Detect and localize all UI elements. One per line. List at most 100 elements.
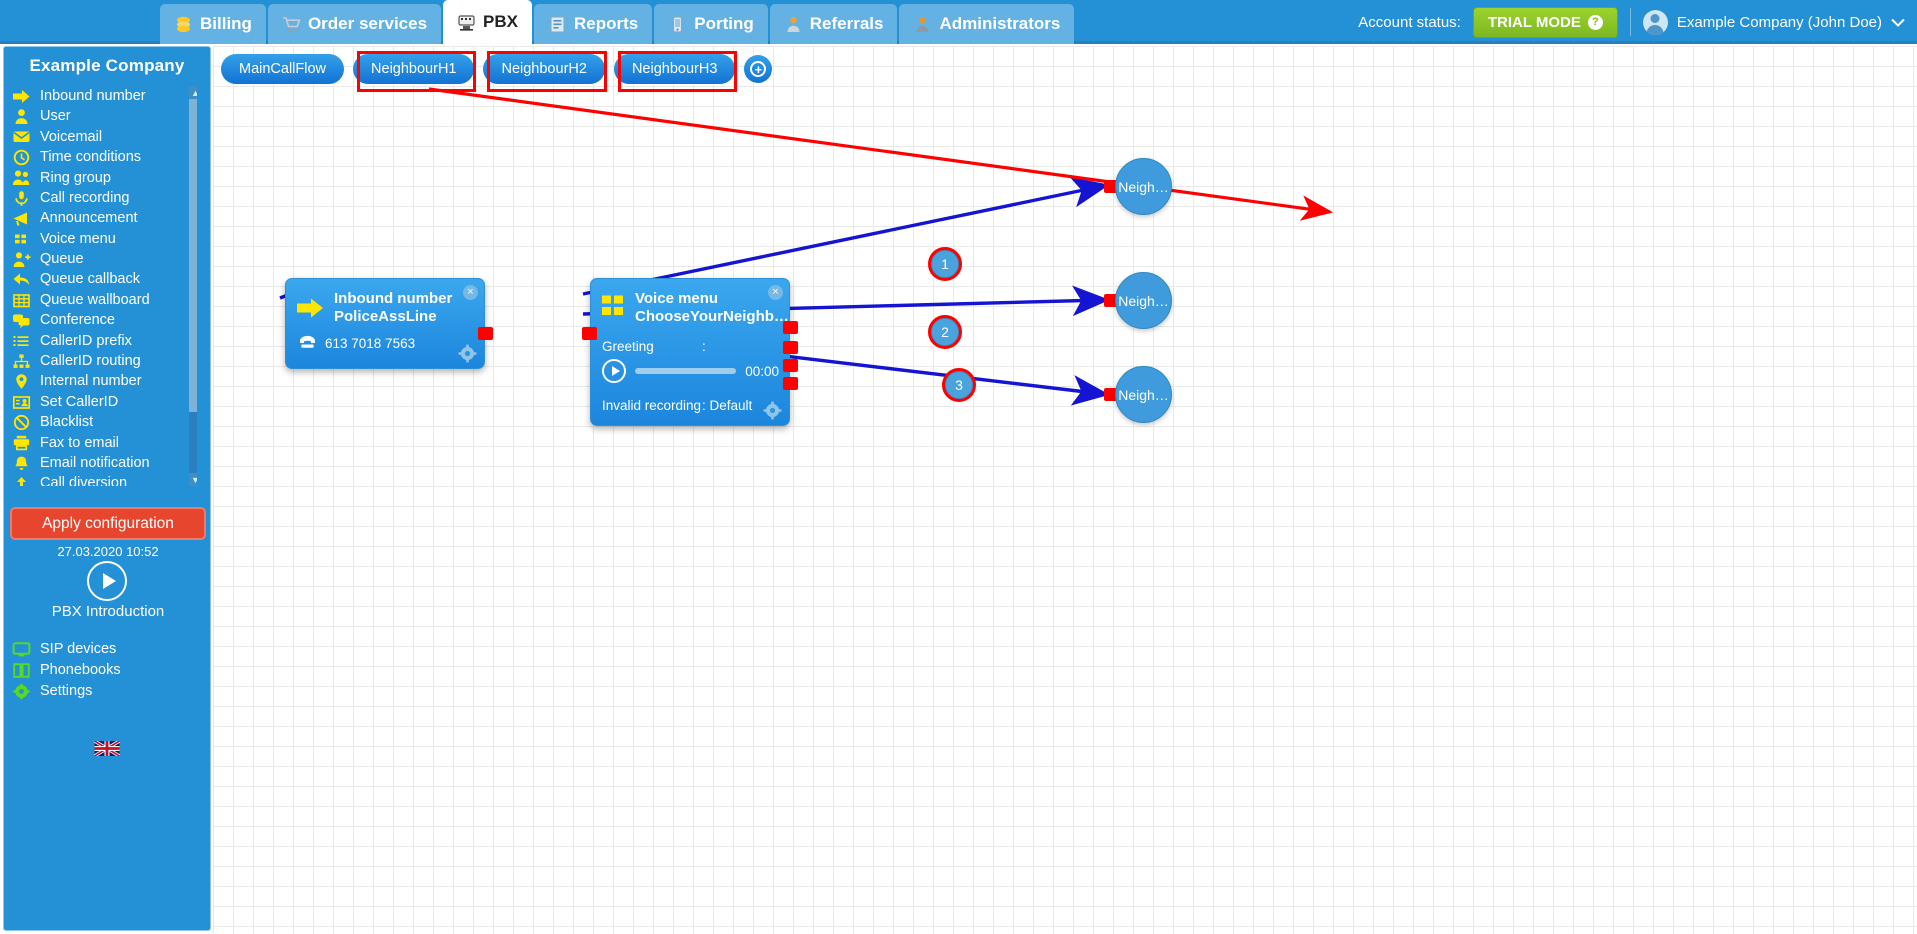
sidebar-item-label: Settings	[40, 683, 93, 700]
end-node-label: Neigh…	[1118, 386, 1169, 403]
nav-tab-label: Referrals	[809, 14, 884, 33]
pbx-introduction-label: PBX Introduction	[51, 603, 165, 620]
flow-tab-maincallflow[interactable]: MainCallFlow	[221, 54, 345, 84]
nav-tab-reports[interactable]: Reports	[534, 4, 653, 44]
branch-badge-3[interactable]: 3	[945, 371, 973, 399]
sidebar-item-inbound-number[interactable]: Inbound number	[12, 86, 197, 106]
add-flow-tab-button[interactable]: +	[744, 55, 773, 83]
node-output-port-1[interactable]	[783, 321, 798, 334]
sidebar-item-call-diversion[interactable]: Call diversion	[12, 473, 197, 486]
node-input-port[interactable]	[582, 327, 597, 340]
person-plus-icon	[12, 251, 31, 268]
end-node-neighbour-1[interactable]: Neigh…	[1115, 158, 1172, 215]
gear-icon[interactable]	[763, 401, 782, 420]
monitor-icon	[12, 641, 31, 658]
close-icon[interactable]: ×	[768, 285, 783, 300]
end-node-label: Neigh…	[1118, 178, 1169, 195]
greeting-separator: :	[702, 339, 706, 354]
call-flow-canvas[interactable]: MainCallFlow NeighbourH1 NeighbourH2 Nei…	[213, 46, 1917, 934]
sidebar-item-queue[interactable]: Queue	[12, 249, 197, 269]
help-icon[interactable]: ?	[1587, 14, 1603, 30]
chevron-down-icon[interactable]	[1891, 15, 1905, 30]
sidebar-item-label: Announcement	[40, 210, 138, 227]
sidebar-item-user[interactable]: User	[12, 106, 197, 126]
sidebar-item-voice-menu[interactable]: Voice menu	[12, 229, 197, 249]
sidebar-item-callerid-prefix[interactable]: CallerID prefix	[12, 331, 197, 351]
branch-badge-1[interactable]: 1	[931, 250, 959, 278]
sidebar-item-settings[interactable]: Settings	[12, 681, 121, 702]
sidebar-menu: Inbound number User Voicemail Time condi…	[12, 86, 197, 486]
sidebar-item-label: Call recording	[40, 189, 130, 206]
sidebar-item-voicemail[interactable]: Voicemail	[12, 127, 197, 147]
flow-tab-label: NeighbourH1	[371, 61, 457, 77]
pbx-introduction-play-button[interactable]	[87, 561, 127, 601]
clock-icon	[12, 149, 31, 166]
node-output-port-2[interactable]	[783, 341, 798, 354]
envelope-icon	[12, 128, 31, 145]
sidebar-item-fax-to-email[interactable]: Fax to email	[12, 433, 197, 453]
close-icon[interactable]: ×	[463, 285, 478, 300]
id-card-icon	[12, 394, 31, 411]
sidebar-scrollbar[interactable]: ▲ ▼	[189, 86, 197, 486]
trial-mode-badge[interactable]: TRIAL MODE ?	[1472, 6, 1618, 38]
node-name-label: ChooseYourNeighb…	[635, 308, 789, 325]
nav-tab-label: Reports	[574, 14, 639, 33]
sidebar-item-time-conditions[interactable]: Time conditions	[12, 147, 197, 167]
sidebar-item-set-callerid[interactable]: Set CallerID	[12, 392, 197, 412]
node-output-port-4[interactable]	[783, 377, 798, 390]
node-inbound-number[interactable]: Inbound number PoliceAssLine 613 7018 75…	[285, 278, 493, 369]
avatar	[1642, 9, 1668, 35]
sidebar-item-email-notification[interactable]: Email notification	[12, 453, 197, 473]
branch-badge-label: 3	[955, 377, 963, 393]
nav-tab-order-services[interactable]: Order services	[267, 4, 442, 44]
flow-tab-neighbourh1[interactable]: NeighbourH1	[353, 51, 477, 92]
sidebar-item-call-recording[interactable]: Call recording	[12, 188, 197, 208]
end-node-neighbour-2[interactable]: Neigh…	[1115, 272, 1172, 329]
sidebar-item-label: Queue wallboard	[40, 291, 150, 308]
node-voice-menu[interactable]: Voice menu ChooseYourNeighb… Greeting : …	[582, 278, 798, 426]
play-icon[interactable]	[602, 359, 626, 383]
microphone-icon	[12, 190, 31, 207]
nav-tab-pbx[interactable]: PBX	[443, 0, 533, 44]
apply-configuration-button[interactable]: Apply configuration	[10, 507, 206, 540]
sidebar: Example Company Inbound number User Voic…	[3, 46, 211, 931]
scroll-down-arrow[interactable]: ▼	[189, 473, 197, 486]
sidebar-item-callerid-routing[interactable]: CallerID routing	[12, 351, 197, 371]
user-menu[interactable]: Example Company (John Doe)	[1642, 9, 1905, 35]
end-node-neighbour-3[interactable]: Neigh…	[1115, 366, 1172, 423]
main-navigation: Billing Order services PBX Reports Porti…	[160, 0, 1076, 44]
upload-icon	[12, 475, 31, 486]
flow-tab-neighbourh3[interactable]: NeighbourH3	[613, 51, 738, 92]
sidebar-item-conference[interactable]: Conference	[12, 310, 197, 330]
sidebar-item-label: Phonebooks	[40, 662, 121, 679]
arrow-right-icon	[296, 296, 324, 325]
uk-flag-icon[interactable]	[93, 739, 121, 758]
branch-badge-2[interactable]: 2	[931, 318, 959, 346]
node-output-port-3[interactable]	[783, 359, 798, 372]
report-icon	[548, 15, 567, 34]
scrollbar-thumb[interactable]	[189, 99, 197, 412]
grid-squares-icon	[601, 294, 625, 323]
node-output-port[interactable]	[478, 327, 493, 340]
sidebar-item-queue-callback[interactable]: Queue callback	[12, 270, 197, 290]
table-icon	[12, 292, 31, 309]
sidebar-item-announcement[interactable]: Announcement	[12, 208, 197, 228]
sidebar-item-sip-devices[interactable]: SIP devices	[12, 639, 121, 660]
sidebar-item-internal-number[interactable]: Internal number	[12, 371, 197, 391]
nav-tab-referrals[interactable]: Referrals	[769, 4, 898, 44]
plus-icon: +	[750, 61, 767, 77]
flow-tab-neighbourh2[interactable]: NeighbourH2	[483, 51, 608, 92]
nav-tab-administrators[interactable]: Administrators	[899, 4, 1075, 44]
sidebar-item-ring-group[interactable]: Ring group	[12, 168, 197, 188]
telephone-icon	[299, 335, 316, 352]
nav-tab-billing[interactable]: Billing	[160, 4, 266, 44]
nav-tab-porting[interactable]: Porting	[654, 4, 768, 44]
flow-tab-label: NeighbourH3	[631, 61, 718, 77]
audio-progress-bar[interactable]	[635, 368, 737, 374]
gear-icon[interactable]	[458, 344, 477, 363]
sidebar-item-phonebooks[interactable]: Phonebooks	[12, 660, 121, 681]
sidebar-item-blacklist[interactable]: Blacklist	[12, 412, 197, 432]
person-award-icon	[784, 15, 803, 34]
scroll-up-arrow[interactable]: ▲	[189, 86, 197, 99]
sidebar-item-queue-wallboard[interactable]: Queue wallboard	[12, 290, 197, 310]
